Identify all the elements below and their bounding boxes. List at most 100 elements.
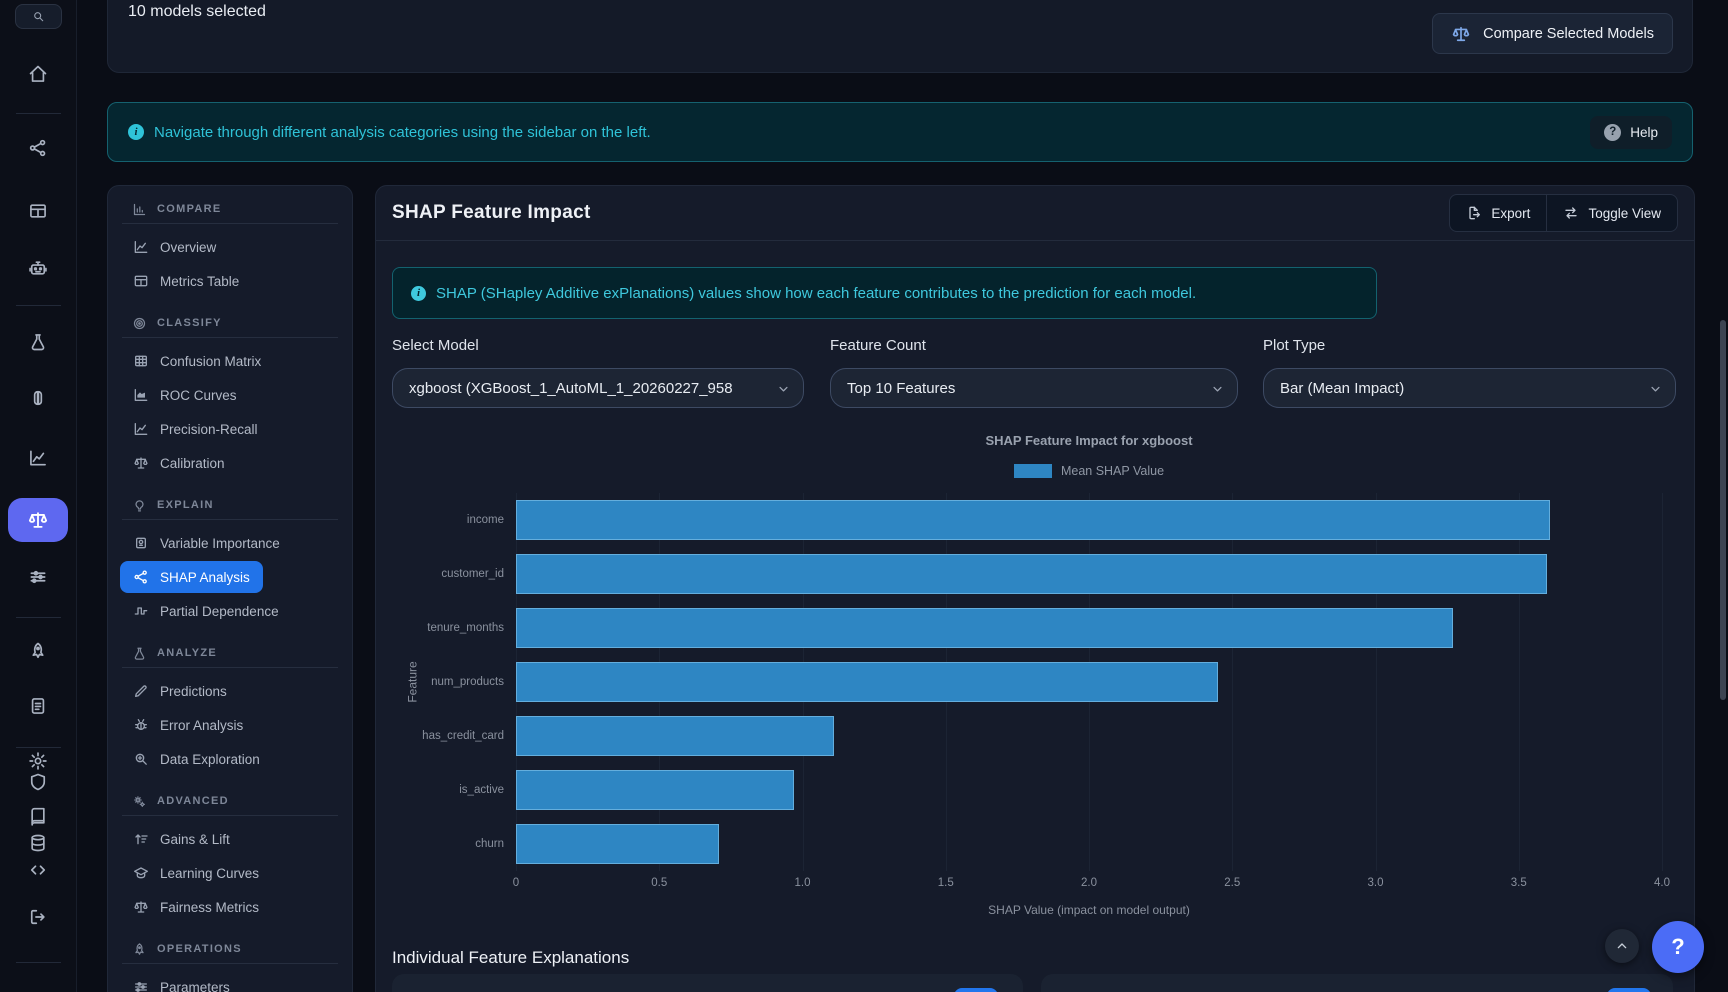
flask-icon	[28, 332, 48, 352]
chart-area-icon	[133, 387, 149, 403]
feature-count-dropdown[interactable]: Top 10 Features	[830, 368, 1238, 408]
sidebar-item-label: Predictions	[160, 684, 227, 699]
section-divider	[122, 337, 338, 338]
rail-divider	[16, 747, 61, 748]
icon-rail	[0, 0, 77, 992]
info-icon: i	[128, 124, 144, 140]
scales-icon	[133, 899, 149, 915]
feature-explanation-card	[392, 974, 1023, 992]
sidebar-item-metrics-table[interactable]: Metrics Table	[120, 264, 252, 298]
floating-help-button[interactable]: ?	[1652, 921, 1704, 973]
rail-item-logout[interactable]	[28, 907, 48, 927]
sidebar-item-error-analysis[interactable]: Error Analysis	[120, 708, 256, 742]
section-label: ADVANCED	[157, 795, 229, 807]
select-model-label: Select Model	[392, 337, 804, 357]
search-button[interactable]	[15, 4, 62, 29]
sidebar-item-calibration[interactable]: Calibration	[120, 446, 238, 480]
sidebar-item-learning-curves[interactable]: Learning Curves	[120, 856, 272, 890]
select-model-group: Select Model xgboost (XGBoost_1_AutoML_1…	[392, 337, 804, 408]
sidebar-item-label: Precision-Recall	[160, 422, 258, 437]
rail-item-shield[interactable]	[28, 772, 48, 792]
sidebar-item-gains-lift[interactable]: Gains & Lift	[120, 822, 243, 856]
rail-item-robot[interactable]	[28, 258, 48, 278]
shap-note: i SHAP (SHapley Additive exPlanations) v…	[392, 267, 1377, 319]
rail-item-book[interactable]	[28, 807, 48, 827]
sidebar-section: OPERATIONSParameters	[120, 938, 340, 992]
sidebar-item-partial-dependence[interactable]: Partial Dependence	[120, 594, 292, 628]
rail-item-database[interactable]	[28, 833, 48, 853]
compare-selected-models-button[interactable]: Compare Selected Models	[1432, 13, 1673, 54]
rail-item-code[interactable]	[28, 860, 48, 880]
grad-cap-icon	[133, 865, 149, 881]
rail-item-flask[interactable]	[28, 332, 48, 352]
sidebar-item-parameters[interactable]: Parameters	[120, 970, 243, 992]
plot-type-dropdown[interactable]: Bar (Mean Impact)	[1263, 368, 1676, 408]
sidebar-item-label: Calibration	[160, 456, 225, 471]
search-plus-icon	[133, 751, 149, 767]
x-tick-label: 1.5	[938, 877, 954, 889]
feature-card-action-button[interactable]	[1607, 988, 1651, 992]
info-icon: i	[411, 286, 426, 301]
sidebar-item-confusion-matrix[interactable]: Confusion Matrix	[120, 344, 274, 378]
section-divider	[122, 223, 338, 224]
sidebar-item-variable-importance[interactable]: Variable Importance	[120, 526, 293, 560]
network-icon	[28, 138, 48, 158]
rail-item-network[interactable]	[28, 138, 48, 158]
select-model-dropdown[interactable]: xgboost (XGBoost_1_AutoML_1_20260227_958	[392, 368, 804, 408]
sidebar-item-shap-analysis[interactable]: SHAP Analysis	[120, 561, 263, 593]
rail-item-brain[interactable]	[28, 388, 48, 408]
rail-item-scales-active[interactable]	[8, 498, 68, 542]
sidebar-item-label: Learning Curves	[160, 866, 259, 881]
sidebar-item-roc-curves[interactable]: ROC Curves	[120, 378, 250, 412]
sliders-icon	[28, 567, 48, 587]
x-tick-label: 0.5	[651, 877, 667, 889]
page-title: SHAP Feature Impact	[392, 202, 591, 224]
rail-divider	[16, 305, 61, 306]
help-button[interactable]: ? Help	[1590, 116, 1672, 149]
x-tick-label: 0	[513, 877, 519, 889]
chevron-down-icon	[1648, 380, 1663, 397]
sidebar-item-label: Confusion Matrix	[160, 354, 261, 369]
bug-icon	[133, 717, 149, 733]
sidebar-item-precision-recall[interactable]: Precision-Recall	[120, 412, 271, 446]
sidebar-item-overview[interactable]: Overview	[120, 230, 229, 264]
chart-line-icon	[133, 421, 149, 437]
rail-item-document[interactable]	[28, 696, 48, 716]
chart-bar-icon	[132, 202, 147, 217]
rail-item-gear[interactable]	[28, 751, 48, 771]
grid-icon	[133, 353, 149, 369]
section-divider	[122, 963, 338, 964]
chevron-up-icon	[1614, 938, 1630, 954]
sidebar-item-data-exploration[interactable]: Data Exploration	[120, 742, 273, 776]
rail-item-sliders[interactable]	[28, 567, 48, 587]
models-selected-text: 10 models selected	[128, 3, 266, 21]
rail-item-home[interactable]	[28, 64, 48, 84]
panel-actions: Export Toggle View	[1449, 194, 1678, 232]
feature-card-action-button[interactable]	[954, 988, 998, 992]
bar-row	[516, 817, 1662, 871]
shap-bar-income	[516, 500, 1550, 540]
bar-row	[516, 655, 1662, 709]
bar-row	[516, 763, 1662, 817]
flask-icon	[132, 646, 147, 661]
section-divider	[122, 667, 338, 668]
section-label: CLASSIFY	[157, 317, 222, 329]
rail-item-chart-line[interactable]	[28, 448, 48, 468]
scrollbar-thumb[interactable]	[1720, 320, 1726, 700]
sidebar-item-predictions[interactable]: Predictions	[120, 674, 240, 708]
rail-item-table[interactable]	[28, 201, 48, 221]
rail-item-rocket[interactable]	[28, 641, 48, 661]
rail-divider	[16, 617, 61, 618]
scroll-to-top-button[interactable]	[1605, 929, 1639, 963]
shap-bar-has_credit_card	[516, 716, 834, 756]
plot-type-group: Plot Type Bar (Mean Impact)	[1263, 337, 1676, 408]
toggle-view-button[interactable]: Toggle View	[1546, 195, 1677, 231]
document-icon	[28, 696, 48, 716]
compare-button-label: Compare Selected Models	[1483, 26, 1654, 42]
gears-icon	[132, 794, 147, 809]
app-root: 10 models selected Compare Selected Mode…	[0, 0, 1728, 992]
banner-text: Navigate through different analysis cate…	[154, 124, 651, 141]
export-button[interactable]: Export	[1450, 195, 1546, 231]
sidebar-item-label: Data Exploration	[160, 752, 260, 767]
sidebar-item-fairness-metrics[interactable]: Fairness Metrics	[120, 890, 272, 924]
